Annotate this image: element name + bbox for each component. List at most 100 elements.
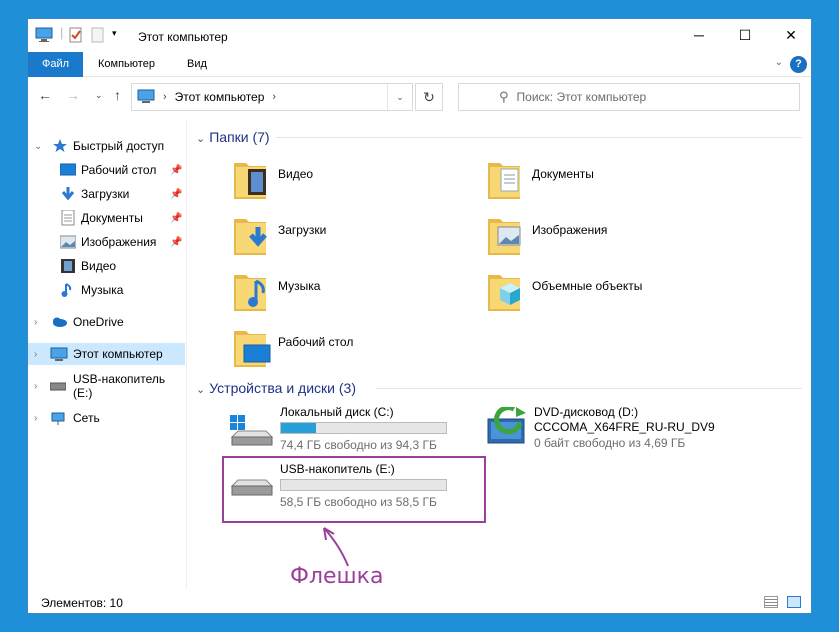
network-icon — [50, 410, 66, 426]
ribbon-tabs: Файл Компьютер Вид ⌄ ? — [28, 52, 811, 77]
chevron-right-icon[interactable]: › — [34, 413, 37, 424]
sidebar-item-desktop[interactable]: Рабочий стол 📌 — [28, 159, 185, 181]
sidebar-item-label: Документы — [81, 211, 143, 225]
breadcrumb-separator-icon[interactable]: › — [272, 91, 276, 103]
new-folder-icon[interactable] — [91, 27, 105, 46]
window-title: Этот компьютер — [138, 30, 228, 44]
large-icons-view-icon[interactable] — [787, 596, 801, 608]
pin-icon[interactable]: 📌 — [170, 213, 182, 224]
address-dropdown-icon[interactable]: ⌄ — [387, 84, 412, 110]
drive-c[interactable]: Локальный диск (C:) 74,4 ГБ свободно из … — [228, 405, 478, 455]
sidebar-item-label: Видео — [81, 259, 117, 273]
sidebar-item-label: Рабочий стол — [81, 163, 157, 177]
sidebar-item-music[interactable]: Музыка — [28, 279, 185, 301]
annotation-label: Флешка — [290, 564, 384, 589]
folder-documents[interactable]: Документы — [486, 157, 726, 203]
help-icon[interactable]: ? — [790, 56, 807, 73]
pictures-icon — [59, 234, 77, 250]
cloud-icon — [50, 315, 67, 331]
documents-icon — [60, 209, 76, 226]
folder-label: Документы — [532, 167, 594, 181]
pin-icon[interactable]: 📌 — [170, 237, 182, 248]
sidebar-item-documents[interactable]: Документы 📌 — [28, 207, 185, 229]
sidebar-item-network[interactable]: › Сеть — [28, 407, 185, 429]
sidebar-item-label: Изображения — [81, 235, 157, 249]
breadcrumb-this-pc[interactable]: Этот компьютер — [175, 90, 265, 104]
tab-view[interactable]: Вид — [173, 52, 221, 77]
folder-downloads[interactable]: Загрузки — [232, 213, 472, 259]
drive-volume-label: CCCOMA_X64FRE_RU-RU_DV9 — [534, 420, 715, 434]
folder-music[interactable]: Музыка — [232, 269, 472, 315]
expand-ribbon-icon[interactable]: ⌄ — [775, 57, 783, 68]
drive-d[interactable]: DVD-дисковод (D:) CCCOMA_X64FRE_RU-RU_DV… — [486, 405, 766, 455]
details-view-icon[interactable] — [763, 596, 778, 608]
sidebar-item-this-pc[interactable]: › Этот компьютер — [28, 343, 185, 365]
folder-desktop[interactable]: Рабочий стол — [232, 325, 472, 371]
folder-label: Загрузки — [278, 223, 327, 237]
tab-file[interactable]: Файл — [28, 52, 83, 77]
up-icon[interactable]: ↑ — [114, 87, 121, 103]
recent-locations-icon[interactable]: ⌄ — [95, 90, 103, 101]
pin-icon[interactable]: 📌 — [170, 165, 182, 176]
breadcrumb-separator-icon[interactable]: › — [163, 91, 167, 103]
address-bar[interactable]: › Этот компьютер › ⌄ — [131, 83, 413, 111]
sidebar-item-downloads[interactable]: Загрузки 📌 — [28, 183, 185, 205]
sidebar-item-label: Сеть — [73, 411, 100, 425]
navigation-bar: ← → ⌄ ↑ › Этот компьютер › ⌄ ↻ ⚲ Поиск: … — [28, 81, 811, 113]
computer-icon — [137, 88, 155, 107]
chevron-down-icon[interactable]: ⌄ — [34, 141, 42, 152]
search-icon: ⚲ — [499, 89, 509, 104]
drive-name: Локальный диск (C:) — [280, 405, 394, 419]
dvd-drive-icon — [486, 405, 528, 450]
chevron-down-icon[interactable]: ⌄ — [196, 133, 205, 145]
windows-drive-icon — [228, 413, 274, 452]
status-item-count: Элементов: 10 — [41, 596, 123, 610]
drive-name: DVD-дисковод (D:) — [534, 405, 639, 419]
forward-icon[interactable]: → — [66, 87, 80, 103]
usage-fill — [281, 423, 316, 433]
chevron-right-icon[interactable]: › — [34, 317, 37, 328]
section-divider — [376, 388, 802, 389]
sidebar-item-onedrive[interactable]: › OneDrive — [28, 311, 185, 333]
pictures-folder-icon — [486, 213, 522, 260]
minimize-button[interactable]: ─ — [676, 19, 722, 51]
folder-3d-objects[interactable]: Объемные объекты — [486, 269, 726, 315]
sidebar-item-usb[interactable]: › USB-накопитель (E:) — [28, 372, 185, 400]
maximize-button[interactable]: ☐ — [722, 19, 768, 51]
folder-label: Объемные объекты — [532, 279, 643, 293]
search-placeholder: Поиск: Этот компьютер — [516, 90, 647, 104]
folder-label: Изображения — [532, 223, 608, 237]
sidebar-item-label: OneDrive — [73, 315, 124, 329]
sidebar-item-quick-access[interactable]: ⌄ Быстрый доступ — [28, 135, 185, 157]
computer-icon — [50, 346, 68, 362]
title-bar: | ▾ Этот компьютер ─ ☐ ✕ — [28, 19, 811, 51]
drive-free-space: 0 байт свободно из 4,69 ГБ — [534, 436, 686, 450]
properties-icon[interactable] — [68, 27, 84, 46]
sidebar-item-video[interactable]: Видео — [28, 255, 185, 277]
video-folder-icon — [232, 157, 268, 204]
folder-label: Видео — [278, 167, 314, 181]
refresh-button[interactable]: ↻ — [415, 83, 443, 111]
annotation-arrow-icon — [323, 527, 349, 567]
folder-pictures[interactable]: Изображения — [486, 213, 726, 259]
sidebar-item-label: Быстрый доступ — [73, 139, 165, 153]
search-input[interactable]: ⚲ Поиск: Этот компьютер — [458, 83, 800, 111]
folder-video[interactable]: Видео — [232, 157, 472, 203]
customize-qa-icon[interactable]: ▾ — [112, 28, 117, 39]
folders-header[interactable]: ⌄ Папки (7) — [196, 129, 270, 145]
pane-divider[interactable] — [186, 119, 187, 589]
usb-drive-icon — [49, 380, 67, 396]
sidebar-item-label: Этот компьютер — [73, 347, 163, 361]
downloads-folder-icon — [232, 213, 268, 260]
folder-label: Рабочий стол — [278, 335, 354, 349]
chevron-down-icon[interactable]: ⌄ — [196, 384, 205, 396]
sidebar-item-pictures[interactable]: Изображения 📌 — [28, 231, 185, 253]
drives-header[interactable]: ⌄ Устройства и диски (3) — [196, 380, 356, 396]
chevron-right-icon[interactable]: › — [34, 381, 37, 392]
chevron-right-icon[interactable]: › — [34, 349, 37, 360]
close-button[interactable]: ✕ — [768, 19, 814, 51]
back-icon[interactable]: ← — [38, 87, 52, 103]
computer-icon — [35, 27, 53, 46]
pin-icon[interactable]: 📌 — [170, 189, 182, 200]
tab-computer[interactable]: Компьютер — [84, 52, 169, 77]
